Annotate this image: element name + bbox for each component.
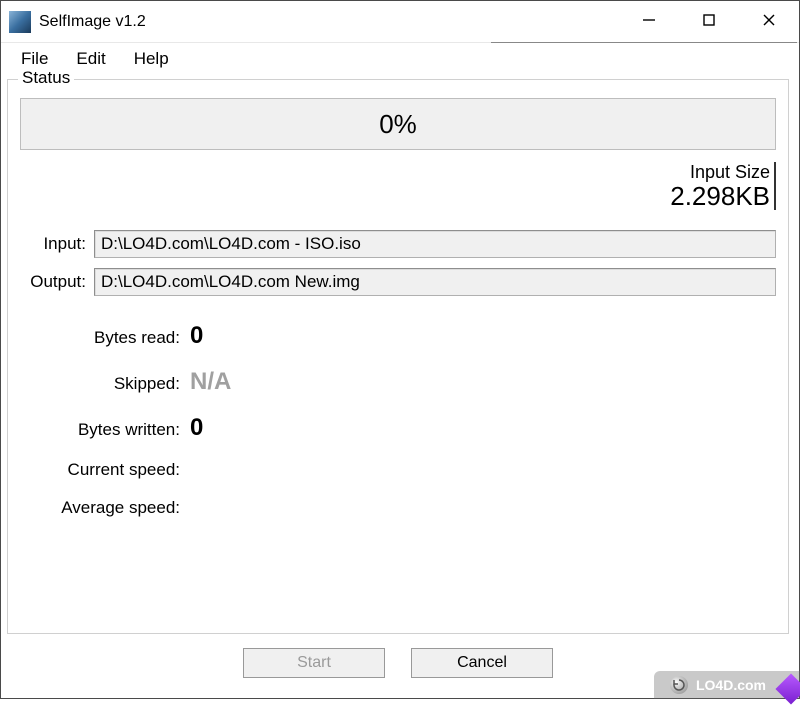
skipped-value: N/A <box>190 368 231 396</box>
input-row: Input: D:\LO4D.com\LO4D.com - ISO.iso <box>20 230 776 258</box>
average-speed-label: Average speed: <box>20 498 190 518</box>
input-size-block: Input Size 2.298KB <box>20 162 776 210</box>
menu-help[interactable]: Help <box>128 45 175 73</box>
close-button[interactable] <box>739 1 799 39</box>
minimize-button[interactable] <box>619 1 679 39</box>
bytes-read-value: 0 <box>190 322 203 350</box>
window-controls <box>619 1 799 42</box>
watermark: LO4D.com <box>654 671 800 699</box>
input-path-text: D:\LO4D.com\LO4D.com - ISO.iso <box>101 234 361 254</box>
bytes-written-row: Bytes written: 0 <box>20 414 776 442</box>
minimize-icon <box>642 13 656 27</box>
window-title: SelfImage v1.2 <box>39 13 146 31</box>
title-bar[interactable]: SelfImage v1.2 <box>1 1 799 43</box>
watermark-text: LO4D.com <box>696 677 766 693</box>
maximize-button[interactable] <box>679 1 739 39</box>
input-path-field: D:\LO4D.com\LO4D.com - ISO.iso <box>94 230 776 258</box>
corner-icon <box>775 673 800 704</box>
output-path-text: D:\LO4D.com\LO4D.com New.img <box>101 272 360 292</box>
menu-edit[interactable]: Edit <box>70 45 111 73</box>
bytes-written-label: Bytes written: <box>20 420 190 440</box>
output-path-field: D:\LO4D.com\LO4D.com New.img <box>94 268 776 296</box>
skipped-row: Skipped: N/A <box>20 368 776 396</box>
current-speed-row: Current speed: <box>20 460 776 480</box>
bytes-written-value: 0 <box>190 414 203 442</box>
app-icon <box>9 11 31 33</box>
status-legend: Status <box>18 68 74 88</box>
maximize-icon <box>702 13 716 27</box>
current-speed-label: Current speed: <box>20 460 190 480</box>
input-size-label: Input Size <box>20 162 770 183</box>
input-size-value: 2.298KB <box>20 183 770 210</box>
close-icon <box>762 13 776 27</box>
bytes-read-label: Bytes read: <box>20 328 190 348</box>
output-label: Output: <box>20 272 86 292</box>
start-button[interactable]: Start <box>243 648 385 678</box>
output-row: Output: D:\LO4D.com\LO4D.com New.img <box>20 268 776 296</box>
refresh-icon <box>670 676 688 694</box>
content-area: Status 0% Input Size 2.298KB Input: D:\L… <box>1 75 799 698</box>
skipped-label: Skipped: <box>20 374 190 394</box>
progress-text: 0% <box>379 109 417 140</box>
stats-block: Bytes read: 0 Skipped: N/A Bytes written… <box>20 322 776 518</box>
app-window: SelfImage v1.2 File Edit Help Status 0% <box>0 0 800 699</box>
cancel-button[interactable]: Cancel <box>411 648 553 678</box>
bytes-read-row: Bytes read: 0 <box>20 322 776 350</box>
status-group: Status 0% Input Size 2.298KB Input: D:\L… <box>7 79 789 634</box>
progress-bar: 0% <box>20 98 776 150</box>
input-label: Input: <box>20 234 86 254</box>
menu-bar: File Edit Help <box>1 43 799 75</box>
average-speed-row: Average speed: <box>20 498 776 518</box>
